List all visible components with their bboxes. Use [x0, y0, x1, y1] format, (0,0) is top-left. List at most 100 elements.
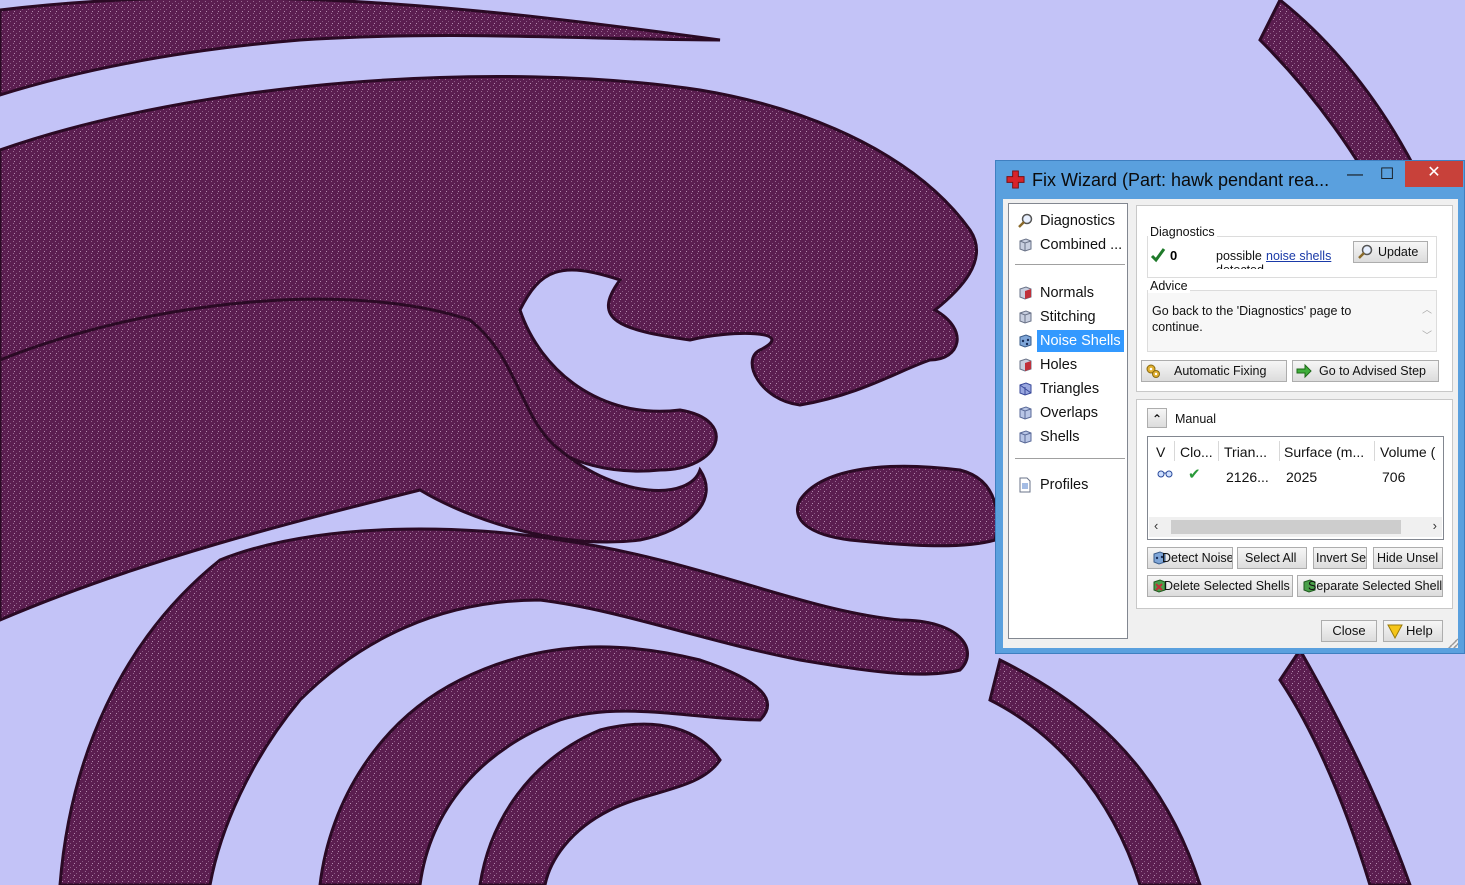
gears-icon — [1146, 364, 1160, 378]
resize-grip-icon[interactable] — [1448, 638, 1458, 648]
nav-item-label: Profiles — [1040, 477, 1089, 493]
nav-item-profiles[interactable]: Profiles — [1015, 474, 1125, 496]
nav-item-label: Normals — [1040, 285, 1094, 301]
diagnostics-overflow-text: detected — [1216, 263, 1264, 269]
glasses-icon[interactable] — [1156, 467, 1174, 479]
nav-item-diagnostics[interactable]: Diagnostics — [1015, 210, 1125, 232]
column-separator — [1174, 441, 1175, 461]
invert-selection-button[interactable]: Invert Se — [1313, 547, 1367, 569]
manual-panel: ⌃ Manual V Clo... Trian... Surface (m...… — [1136, 399, 1453, 609]
nav-item-normals[interactable]: Normals — [1015, 282, 1125, 304]
nav-item-label: Stitching — [1040, 309, 1096, 325]
scroll-down-arrow-icon[interactable]: ﹀ — [1422, 327, 1432, 342]
diagnostics-heading: Diagnostics — [1148, 225, 1217, 239]
nav-item-shells[interactable]: Shells — [1015, 426, 1125, 448]
automatic-fixing-label: Automatic Fixing — [1174, 364, 1267, 378]
go-to-advised-step-button[interactable]: Go to Advised Step — [1292, 360, 1439, 382]
nav-item-label: Shells — [1040, 429, 1080, 445]
separate-selected-shell-button[interactable]: Separate Selected Shell — [1297, 575, 1443, 597]
diagnostics-group: Diagnostics 0 possible noise shells dete… — [1147, 225, 1437, 278]
help-label: Help — [1406, 623, 1433, 638]
nav-item-label: Triangles — [1040, 381, 1100, 397]
shells-table: V Clo... Trian... Surface (m... Volume (… — [1147, 436, 1444, 540]
column-header-closed[interactable]: Clo... — [1180, 444, 1214, 460]
nav-item-label: Diagnostics — [1040, 213, 1115, 229]
surface-cell: 2025 — [1286, 469, 1318, 485]
fix-wizard-window: Fix Wizard (Part: hawk pendant rea... — … — [995, 160, 1465, 654]
cube-icon — [1019, 406, 1032, 420]
detect-noise-label: Detect Noise — [1162, 551, 1233, 565]
cube-red-icon — [1019, 286, 1032, 300]
magnifier-icon — [1358, 244, 1373, 259]
nav-item-label: Combined ... — [1040, 237, 1123, 253]
collapse-manual-button[interactable]: ⌃ — [1147, 408, 1167, 428]
red-cross-icon — [1006, 170, 1025, 189]
noise-shells-link[interactable]: noise shells — [1266, 249, 1331, 263]
nav-item-noise-shells[interactable]: Noise Shells — [1015, 330, 1125, 352]
maximize-button[interactable]: ☐ — [1373, 163, 1401, 187]
checkmark-icon — [1150, 248, 1166, 263]
close-window-button[interactable]: ✕ — [1405, 161, 1463, 187]
nav-item-label: Holes — [1040, 357, 1078, 373]
magnifier-icon — [1018, 213, 1033, 228]
automatic-fixing-button[interactable]: Automatic Fixing — [1141, 360, 1287, 382]
nav-item-label: Overlaps — [1040, 405, 1099, 421]
green-arrow-icon — [1296, 363, 1312, 379]
volume-cell: 706 — [1382, 469, 1406, 485]
delete-selected-label: Delete Selected Shells — [1164, 579, 1290, 593]
column-header-surface[interactable]: Surface (m... — [1284, 444, 1372, 460]
manual-heading: Manual — [1175, 412, 1216, 426]
help-button[interactable]: Help — [1383, 620, 1443, 642]
update-label: Update — [1378, 245, 1419, 259]
invert-selection-label: Invert Se — [1316, 551, 1367, 565]
close-button[interactable]: Close — [1321, 620, 1377, 642]
cube-dots-icon — [1019, 334, 1032, 348]
diagnostics-text: possible — [1216, 249, 1262, 263]
window-title: Fix Wizard (Part: hawk pendant rea... — [1032, 170, 1330, 190]
nav-item-stitching[interactable]: Stitching — [1015, 306, 1125, 328]
horizontal-scrollbar[interactable]: ‹ › — [1149, 517, 1442, 537]
advice-group: Advice Go back to the 'Diagnostics' page… — [1147, 279, 1437, 352]
closed-check-icon: ✔ — [1188, 466, 1201, 483]
column-separator — [1374, 441, 1375, 461]
delete-selected-shells-button[interactable]: Delete Selected Shells — [1147, 575, 1293, 597]
nav-item-overlaps[interactable]: Overlaps — [1015, 402, 1125, 424]
column-separator — [1218, 441, 1219, 461]
select-all-label: Select All — [1245, 551, 1297, 565]
separate-selected-label: Separate Selected Shell — [1308, 579, 1443, 593]
nav-item-holes[interactable]: Holes — [1015, 354, 1125, 376]
column-separator — [1279, 441, 1280, 461]
nav-item-label: Noise Shells — [1037, 330, 1124, 352]
cube-blue-icon — [1019, 382, 1032, 396]
advice-heading: Advice — [1148, 279, 1190, 293]
page-icon — [1019, 477, 1031, 493]
go-to-advised-label: Go to Advised Step — [1319, 364, 1427, 378]
detect-noise-button[interactable]: Detect Noise — [1147, 547, 1233, 569]
nav-divider — [1015, 458, 1125, 459]
update-button[interactable]: Update — [1353, 241, 1428, 263]
nav-item-combined[interactable]: Combined ... — [1015, 234, 1125, 256]
minimize-button[interactable]: — — [1341, 163, 1369, 187]
step-navigation-list: Diagnostics Combined ... Normals Stitchi… — [1008, 203, 1128, 639]
cube-red-icon — [1019, 358, 1032, 372]
scroll-left-arrow-icon[interactable]: ‹ — [1154, 518, 1158, 533]
triangles-cell: 2126... — [1226, 469, 1269, 485]
nav-item-triangles[interactable]: Triangles — [1015, 378, 1125, 400]
cube-icon — [1019, 310, 1032, 324]
advice-text: Go back to the 'Diagnostics' page to con… — [1152, 304, 1352, 334]
column-header-triangles[interactable]: Trian... — [1224, 444, 1276, 460]
hide-unselected-button[interactable]: Hide Unsel — [1373, 547, 1443, 569]
cube-icon — [1019, 430, 1032, 444]
help-triangle-icon — [1387, 624, 1403, 639]
scroll-up-arrow-icon[interactable]: ︿ — [1422, 301, 1432, 316]
nav-divider — [1015, 264, 1125, 265]
title-bar[interactable]: Fix Wizard (Part: hawk pendant rea... — … — [996, 161, 1464, 197]
select-all-button[interactable]: Select All — [1237, 547, 1307, 569]
hide-unselected-label: Hide Unsel — [1377, 551, 1439, 565]
scroll-right-arrow-icon[interactable]: › — [1433, 518, 1437, 533]
noise-shell-count: 0 — [1170, 248, 1178, 263]
column-header-visible[interactable]: V — [1156, 444, 1170, 460]
column-header-volume[interactable]: Volume ( — [1380, 444, 1442, 460]
scrollbar-thumb[interactable] — [1171, 520, 1401, 534]
wizard-client-area: Diagnostics Combined ... Normals Stitchi… — [1003, 199, 1458, 648]
